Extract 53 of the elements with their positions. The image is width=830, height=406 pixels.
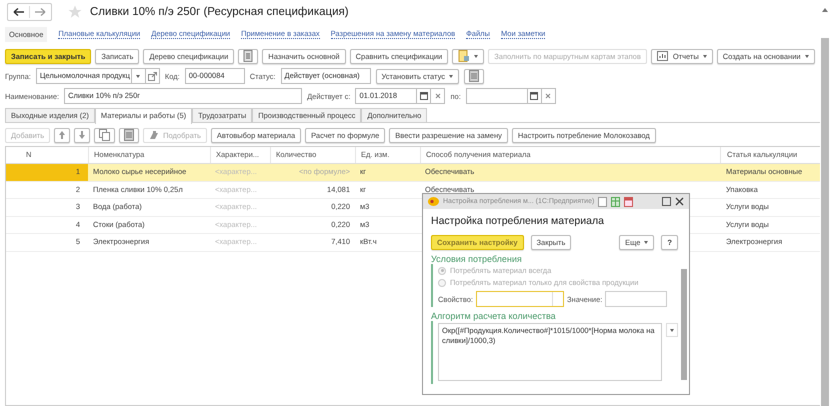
field-button[interactable] xyxy=(542,88,556,104)
icon-button[interactable] xyxy=(119,128,140,142)
app-logo-icon xyxy=(428,197,439,206)
field-button[interactable] xyxy=(417,88,432,104)
field-button[interactable] xyxy=(431,88,446,104)
icon-button[interactable] xyxy=(94,128,116,142)
back-arrow-icon xyxy=(13,7,25,17)
caret-icon xyxy=(702,54,707,58)
caret-icon xyxy=(449,74,453,78)
dialog-heading: Настройка потребления материала xyxy=(431,215,605,229)
icon-button[interactable] xyxy=(74,128,90,142)
section-title: Алгоритм расчета количества xyxy=(431,311,557,321)
clear-icon xyxy=(545,93,552,99)
close-icon xyxy=(675,197,684,206)
field-button[interactable] xyxy=(666,323,678,337)
clear-icon xyxy=(434,93,441,99)
maximize-icon xyxy=(662,197,671,206)
field-button[interactable] xyxy=(132,68,146,84)
input-field[interactable] xyxy=(476,291,564,307)
picker-icon xyxy=(149,130,160,140)
caret-icon xyxy=(670,328,674,332)
menu-button[interactable] xyxy=(452,48,484,64)
icon-button[interactable] xyxy=(464,68,484,84)
document-icon xyxy=(598,196,608,206)
scroll-up-icon[interactable] xyxy=(822,8,828,12)
navigation-buttons[interactable] xyxy=(7,3,52,21)
caret-icon xyxy=(644,241,648,244)
caret-icon xyxy=(136,74,140,78)
copy-icon xyxy=(99,129,110,141)
calendar-icon xyxy=(624,196,634,206)
table-icon xyxy=(611,196,620,206)
up-arrow-icon xyxy=(58,130,66,140)
forward-arrow-icon xyxy=(34,7,46,17)
calendar-icon xyxy=(530,92,538,100)
star-icon xyxy=(68,5,82,19)
field-button[interactable] xyxy=(528,88,542,104)
field-button[interactable] xyxy=(146,68,160,84)
open-icon xyxy=(148,72,157,80)
calendar-icon xyxy=(420,92,428,100)
icon-button[interactable] xyxy=(238,48,258,64)
down-arrow-icon xyxy=(78,130,86,140)
list-icon xyxy=(243,50,254,62)
icon-button[interactable] xyxy=(54,128,70,142)
report-icon xyxy=(656,50,669,62)
document-icon xyxy=(469,70,479,82)
input-field[interactable] xyxy=(466,88,528,104)
caret-icon xyxy=(804,54,809,58)
window-title: Сливки 10% п/э 250г (Ресурсная спецификация) xyxy=(90,6,349,18)
section-title: Условия потребления xyxy=(431,254,523,264)
caret-icon xyxy=(474,54,478,58)
input-field[interactable] xyxy=(605,291,668,307)
document-icon xyxy=(458,50,470,62)
document-icon xyxy=(124,129,134,141)
